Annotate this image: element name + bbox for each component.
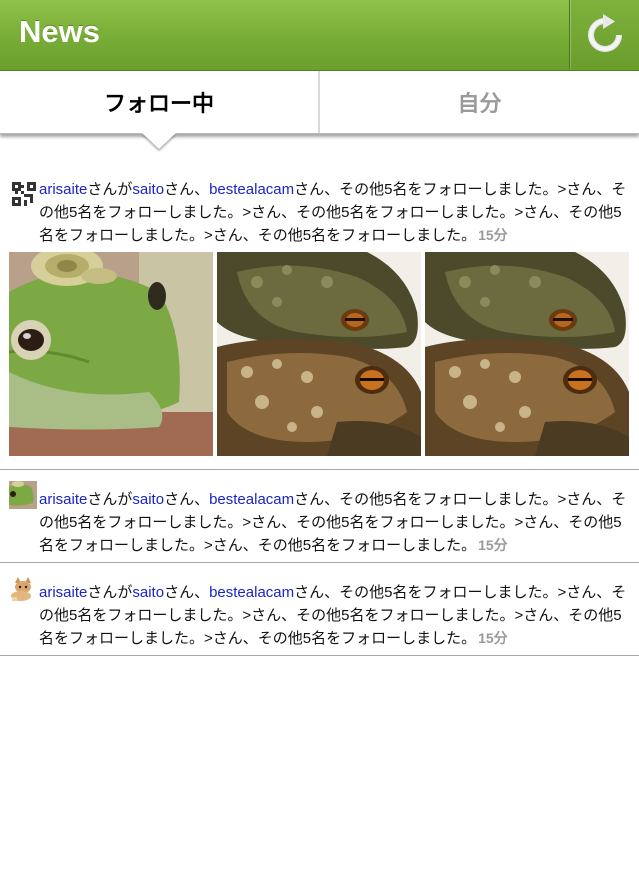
timestamp: 15分 [478,630,508,646]
user-link[interactable]: arisaite [39,584,87,601]
list-item[interactable]: arisaiteさんがsaitoさん、bestealacamさん、その他5名をフ… [0,470,639,563]
tab-following[interactable]: フォロー中 [0,71,318,133]
tab-bar: フォロー中 自分 [0,71,639,134]
list-item[interactable]: arisaiteさんがsaitoさん、bestealacamさん、その他5名をフ… [0,160,639,470]
activity-text: arisaiteさんがsaitoさん、bestealacamさん、その他5名をフ… [39,178,635,247]
page-title: News [19,14,100,49]
user-link[interactable]: bestealacam [209,491,294,508]
activity-fragment: さん、 [164,584,210,601]
toad-pair-thumbnail[interactable] [425,252,629,456]
green-frog-with-snail-thumbnail[interactable] [9,252,213,456]
user-link[interactable]: saito [132,584,164,601]
timestamp: 15分 [478,227,508,243]
activity-fragment: さんが [87,491,133,508]
activity-text: arisaiteさんがsaitoさん、bestealacamさん、その他5名をフ… [39,581,635,650]
news-feed: arisaiteさんがsaitoさん、bestealacamさん、その他5名をフ… [0,160,639,656]
timestamp: 15分 [478,537,508,553]
refresh-icon [588,13,622,52]
activity-fragment: さんが [87,181,133,198]
user-link[interactable]: saito [132,181,164,198]
tab-mine[interactable]: 自分 [320,71,639,133]
list-item[interactable]: arisaiteさんがsaitoさん、bestealacamさん、その他5名をフ… [0,563,639,656]
user-link[interactable]: bestealacam [209,181,294,198]
user-link[interactable]: saito [132,491,164,508]
kitten-avatar-icon[interactable] [9,575,37,603]
activity-fragment: さんが [87,584,133,601]
toad-pair-thumbnail[interactable] [217,252,421,456]
user-link[interactable]: arisaite [39,491,87,508]
activity-text: arisaiteさんがsaitoさん、bestealacamさん、その他5名をフ… [39,488,635,557]
user-link[interactable]: arisaite [39,181,87,198]
activity-fragment: さん、 [164,181,210,198]
activity-fragment: さん、 [164,491,210,508]
refresh-button[interactable] [569,0,639,69]
frog-avatar-icon[interactable] [9,481,37,509]
active-tab-pointer [142,133,176,149]
user-link[interactable]: bestealacam [209,584,294,601]
photo-thumbnails [9,252,629,456]
qr-code-avatar-icon[interactable] [12,182,36,206]
navigation-bar: News [0,0,639,71]
